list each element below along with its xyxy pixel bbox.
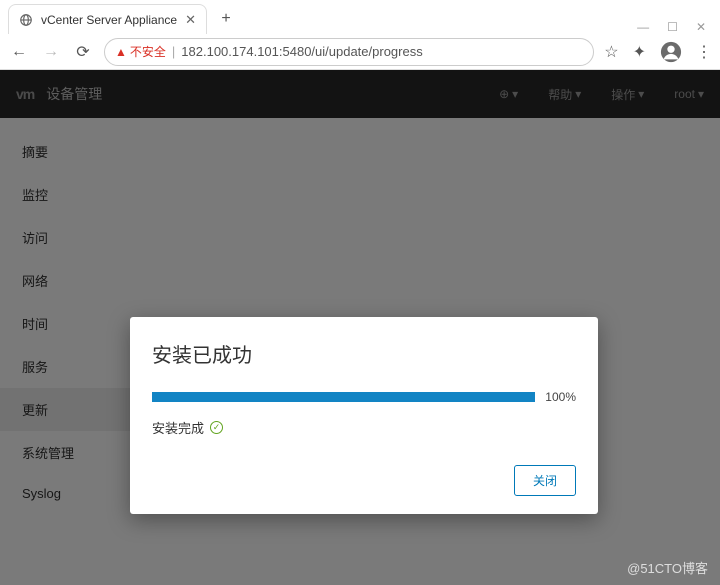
- new-tab-button[interactable]: +: [213, 6, 239, 32]
- progress-row: 100%: [152, 390, 576, 404]
- dialog-title: 安装已成功: [152, 339, 576, 368]
- address-url: 182.100.174.101:5480/ui/update/progress: [181, 44, 422, 59]
- progress-percent: 100%: [545, 390, 576, 404]
- window-close-icon[interactable]: ✕: [696, 20, 706, 34]
- browser-toolbar: ← → ⟳ ▲ 不安全 | 182.100.174.101:5480/ui/up…: [0, 34, 720, 70]
- insecure-label: 不安全: [130, 43, 166, 60]
- page-viewport: vm 设备管理 ⊕▾ 帮助▾ 操作▾ root▾ 摘要 监控 访问 网络 时间 …: [0, 70, 720, 585]
- bookmark-star-icon[interactable]: ☆: [604, 42, 618, 62]
- address-separator: |: [172, 44, 175, 59]
- window-controls: — ☐ ✕: [637, 14, 720, 34]
- tab-close-icon[interactable]: ✕: [185, 12, 196, 28]
- close-button[interactable]: 关闭: [514, 465, 576, 496]
- nav-reload-button[interactable]: ⟳: [72, 41, 94, 63]
- browser-titlebar: vCenter Server Appliance ✕ + — ☐ ✕: [0, 0, 720, 34]
- globe-icon: [19, 13, 33, 27]
- address-bar[interactable]: ▲ 不安全 | 182.100.174.101:5480/ui/update/p…: [104, 38, 594, 66]
- nav-back-button[interactable]: ←: [8, 41, 30, 63]
- extensions-icon[interactable]: ✦: [633, 42, 646, 62]
- nav-forward-button[interactable]: →: [40, 41, 62, 63]
- tab-title: vCenter Server Appliance: [41, 13, 177, 27]
- progress-bar: [152, 392, 535, 402]
- status-row: 安装完成 ✓: [152, 418, 576, 437]
- check-circle-icon: ✓: [210, 421, 223, 434]
- window-minimize-icon[interactable]: —: [637, 20, 649, 34]
- status-text: 安装完成: [152, 418, 204, 437]
- window-maximize-icon[interactable]: ☐: [667, 20, 678, 34]
- profile-avatar-icon[interactable]: [660, 41, 682, 63]
- watermark: @51CTO博客: [627, 558, 708, 577]
- browser-menu-icon[interactable]: ⋮: [696, 42, 712, 62]
- insecure-badge: ▲ 不安全: [115, 43, 166, 60]
- install-success-dialog: 安装已成功 100% 安装完成 ✓ 关闭: [130, 317, 598, 514]
- warning-icon: ▲: [115, 45, 127, 59]
- browser-tab[interactable]: vCenter Server Appliance ✕: [8, 4, 207, 34]
